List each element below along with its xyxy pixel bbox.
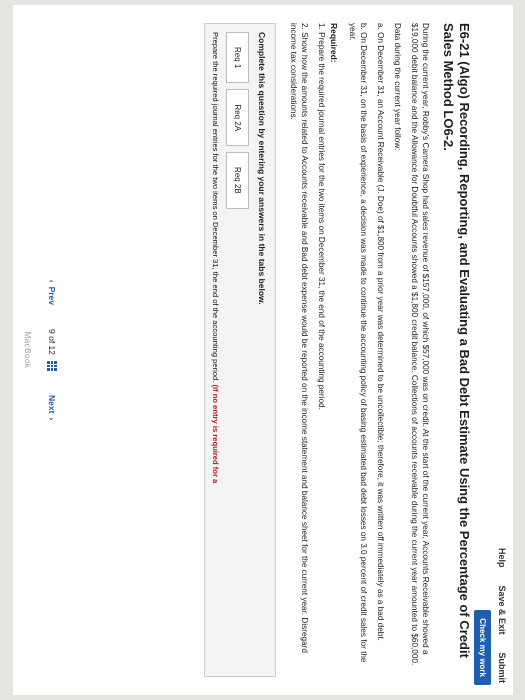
- page-count: 9 of 12: [46, 329, 57, 355]
- save-exit-link[interactable]: Save & Exit: [497, 585, 507, 634]
- problem-title: E6-21 (Algo) Recording, Reporting, and E…: [440, 23, 472, 658]
- assignment-page: Help Save & Exit Submit Check my work E6…: [12, 5, 513, 695]
- next-label: Next: [46, 395, 57, 414]
- check-my-work-button[interactable]: Check my work: [473, 610, 491, 685]
- chevron-left-icon: ‹: [46, 279, 57, 283]
- tab-instruction: Prepare the required journal entries for…: [210, 32, 219, 668]
- data-label: Data during the current year follow:: [392, 23, 402, 151]
- chevron-right-icon: ›: [46, 417, 57, 421]
- tab-req-1[interactable]: Req 1: [225, 32, 249, 84]
- answer-panel: Complete this question by entering your …: [203, 23, 276, 677]
- problem-content: E6-21 (Algo) Recording, Reporting, and E…: [203, 5, 472, 695]
- top-bar: Help Save & Exit Submit: [491, 5, 513, 695]
- prev-button[interactable]: ‹ Prev: [47, 280, 57, 305]
- tab-req-2a[interactable]: Req 2A: [225, 89, 249, 147]
- item-a: a. On December 31, an Account Receivable…: [375, 23, 385, 641]
- tab-req-2b[interactable]: Req 2B: [225, 152, 249, 209]
- problem-intro: During the current year, Robby’s Camera …: [409, 23, 430, 666]
- screenshot-stage: Help Save & Exit Submit Check my work E6…: [0, 0, 525, 700]
- instruction-warning: (If no entry is required for a: [210, 384, 220, 484]
- required-title: Required:: [328, 23, 339, 63]
- help-link[interactable]: Help: [497, 548, 507, 568]
- grid-icon[interactable]: [46, 361, 57, 371]
- panel-title: Complete this question by entering your …: [256, 32, 267, 305]
- check-work-wrap: Check my work: [473, 5, 491, 695]
- pagination: ‹ Prev 9 of 12 Next ›: [46, 5, 57, 695]
- tabs: Req 1 Req 2A Req 2B: [225, 32, 249, 668]
- required-2: 2. Show how the amounts related to Accou…: [288, 23, 309, 653]
- device-label: MacBook: [22, 331, 32, 369]
- next-button[interactable]: Next ›: [47, 395, 57, 420]
- page-indicator: 9 of 12: [46, 329, 57, 371]
- item-b: b. On December 31, on the basis of exper…: [347, 23, 368, 663]
- instruction-main: Prepare the required journal entries for…: [210, 32, 220, 383]
- prev-label: Prev: [46, 286, 57, 305]
- required-1: 1. Prepare the required journal entries …: [316, 23, 326, 410]
- submit-link[interactable]: Submit: [497, 653, 507, 684]
